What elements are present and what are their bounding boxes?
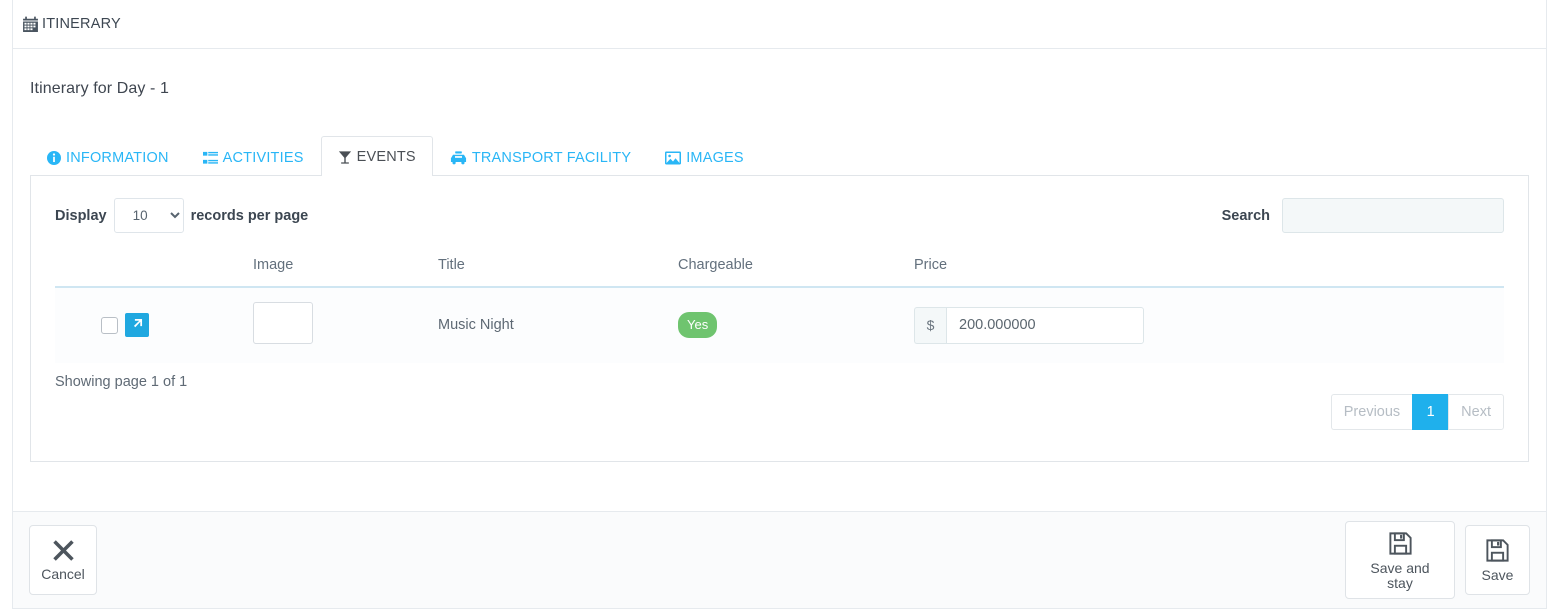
length-label-after: records per page <box>190 207 309 224</box>
event-thumbnail[interactable] <box>253 302 313 344</box>
cocktail-glass-icon <box>338 150 352 165</box>
row-checkbox[interactable] <box>101 316 118 334</box>
info-circle-icon <box>47 151 61 165</box>
column-header-title: Title <box>430 251 670 288</box>
pagination: Previous 1 Next <box>1330 394 1504 430</box>
events-table-body: Music Night Yes $ <box>55 287 1504 363</box>
length-label-before: Display <box>55 207 107 224</box>
floppy-disk-icon <box>1387 530 1414 559</box>
price-input-group: $ <box>914 306 1144 344</box>
row-select-cell <box>55 287 245 363</box>
currency-symbol: $ <box>914 306 946 344</box>
events-table-head: Image Title Chargeable Price <box>55 251 1504 288</box>
tab-information[interactable]: INFORMATION <box>30 138 186 176</box>
row-chargeable-cell: Yes <box>670 287 906 363</box>
close-x-icon <box>51 538 76 565</box>
records-per-page-select[interactable]: 10 25 50 100 <box>113 198 184 233</box>
events-table: Image Title Chargeable Price Music Night… <box>55 251 1504 363</box>
card-body: Itinerary for Day - 1 INFORMATION ACTIVI… <box>13 49 1546 462</box>
card-header: ITINERARY <box>13 0 1546 49</box>
save-and-stay-button[interactable]: Save and stay <box>1345 520 1455 600</box>
external-link-icon-button[interactable] <box>125 313 149 337</box>
pagination-page-1[interactable]: 1 <box>1412 394 1449 430</box>
taxi-icon <box>450 151 467 165</box>
datatable-length-control: Display 10 25 50 100 records per page <box>55 198 308 233</box>
column-header-select <box>55 251 245 288</box>
card-header-title: ITINERARY <box>22 16 121 33</box>
pagination-previous[interactable]: Previous <box>1330 394 1413 430</box>
events-tab-panel: Display 10 25 50 100 records per page <box>30 176 1529 462</box>
page-title: Itinerary for Day - 1 <box>30 80 170 97</box>
row-image-cell <box>245 287 430 363</box>
column-header-chargeable: Chargeable <box>670 251 906 288</box>
tab-images-label: IMAGES <box>686 150 744 166</box>
status-badge: Yes <box>678 312 718 338</box>
datatable-length-label: Display 10 25 50 100 records per page <box>55 198 308 233</box>
card-header-label: ITINERARY <box>42 16 121 32</box>
image-icon <box>665 151 682 165</box>
calendar-icon <box>22 16 39 33</box>
tab-activities-label: ACTIVITIES <box>222 150 304 166</box>
column-header-image: Image <box>245 251 430 288</box>
tab-events[interactable]: EVENTS <box>320 136 433 176</box>
action-footer: Cancel Save and stay Save <box>13 511 1546 608</box>
datatable-info: Showing page 1 of 1 <box>55 374 188 390</box>
price-input[interactable] <box>946 306 1144 344</box>
column-header-price: Price <box>906 251 1504 288</box>
save-and-stay-button-label: Save and stay <box>1370 559 1430 591</box>
tab-transport-facility[interactable]: TRANSPORT FACILITY <box>433 138 648 176</box>
floppy-disk-icon <box>1484 537 1511 566</box>
save-button-label: Save <box>1481 567 1514 584</box>
external-link-icon <box>131 317 144 333</box>
table-row: Music Night Yes $ <box>55 287 1504 363</box>
cancel-button[interactable]: Cancel <box>29 525 97 595</box>
tab-information-label: INFORMATION <box>66 150 169 166</box>
tab-transport-facility-label: TRANSPORT FACILITY <box>471 150 632 166</box>
datatable-search-control: Search <box>1222 198 1504 233</box>
list-icon <box>202 151 218 165</box>
tab-activities[interactable]: ACTIVITIES <box>186 138 321 176</box>
row-title-cell: Music Night <box>430 287 670 363</box>
itinerary-card: ITINERARY Itinerary for Day - 1 INFORMAT… <box>12 0 1547 609</box>
datatable-footer: Showing page 1 of 1 Previous 1 Next <box>55 372 1504 430</box>
save-button[interactable]: Save <box>1465 525 1530 595</box>
table-header-row: Image Title Chargeable Price <box>55 251 1504 288</box>
tab-events-label: EVENTS <box>356 149 416 165</box>
itinerary-page: ITINERARY Itinerary for Day - 1 INFORMAT… <box>0 0 1559 609</box>
search-label: Search <box>1221 207 1270 224</box>
cancel-button-label: Cancel <box>41 566 85 583</box>
row-price-cell: $ <box>906 287 1504 363</box>
pagination-next[interactable]: Next <box>1448 394 1504 430</box>
search-input[interactable] <box>1282 198 1504 233</box>
datatable-controls: Display 10 25 50 100 records per page <box>55 198 1504 233</box>
tabs-container: INFORMATION ACTIVITIES EVENTS TRANSPORT … <box>30 136 1529 462</box>
tab-images[interactable]: IMAGES <box>648 138 761 176</box>
tab-list: INFORMATION ACTIVITIES EVENTS TRANSPORT … <box>30 136 1529 176</box>
